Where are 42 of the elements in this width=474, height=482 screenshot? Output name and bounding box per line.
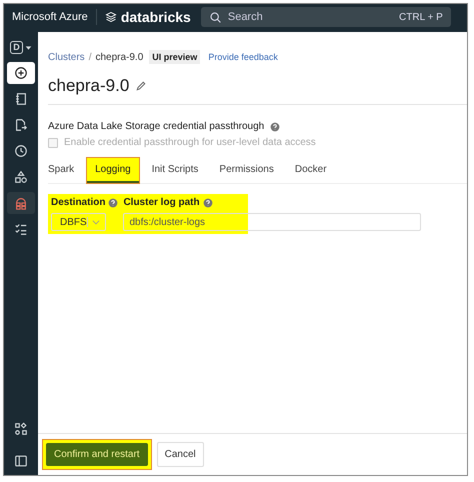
section-heading: Azure Data Lake Storage credential passthrough <box>48 121 264 132</box>
field-label: Cluster log path <box>123 197 200 208</box>
search-field[interactable]: Search CTRL + P <box>200 7 451 27</box>
preview-badge: UI preview <box>149 50 200 64</box>
checkbox-label: Enable credential passthrough for user-level data access <box>64 137 316 148</box>
path-input[interactable]: dbfs:/cluster-logs <box>123 213 421 231</box>
cloud-nodes-icon <box>14 196 28 210</box>
help-icon[interactable] <box>202 198 213 208</box>
help-icon[interactable] <box>270 122 280 132</box>
cancel-button[interactable]: Cancel <box>156 442 204 467</box>
nodes-icon[interactable] <box>14 422 28 436</box>
search-input[interactable]: Search <box>228 11 394 23</box>
page-title: chepra-9.0 <box>48 76 130 96</box>
search-icon[interactable] <box>208 10 222 24</box>
checklist-icon <box>14 222 28 236</box>
tab[interactable]: Docker <box>286 158 335 183</box>
sidebar-panel-icon[interactable] <box>14 454 28 468</box>
caret-icon[interactable] <box>24 44 32 50</box>
destination-dropdown[interactable]: DBFS <box>51 213 106 231</box>
sidebar-item[interactable] <box>7 62 35 84</box>
tab[interactable]: Logging <box>87 158 139 183</box>
tab[interactable]: Spark <box>48 158 82 183</box>
clock-icon <box>14 144 28 158</box>
document-arrow-icon <box>14 118 28 132</box>
pencil-icon[interactable] <box>135 80 148 92</box>
shortcut-hint: CTRL + P <box>399 12 443 22</box>
breadcrumb-current: chepra-9.0 <box>95 52 144 62</box>
breadcrumb-link[interactable]: Clusters <box>48 52 85 62</box>
field-label: Destination <box>51 197 106 208</box>
notebook-icon <box>14 92 28 106</box>
layers-logo-icon[interactable] <box>104 11 117 23</box>
feedback-link[interactable]: Provide feedback <box>208 52 278 62</box>
breadcrumb-separator: / <box>88 52 92 62</box>
help-icon[interactable] <box>108 198 118 208</box>
tab[interactable]: Init Scripts <box>144 158 206 183</box>
shapes-icon <box>14 170 28 184</box>
plus-circle-icon <box>14 66 28 80</box>
tab[interactable]: Permissions <box>211 158 282 183</box>
brand-name: Microsoft Azure <box>12 11 88 23</box>
workspace-switcher[interactable]: D <box>10 40 23 54</box>
confirm-button[interactable]: Confirm and restart <box>46 443 148 466</box>
product-name: databricks <box>120 9 191 25</box>
